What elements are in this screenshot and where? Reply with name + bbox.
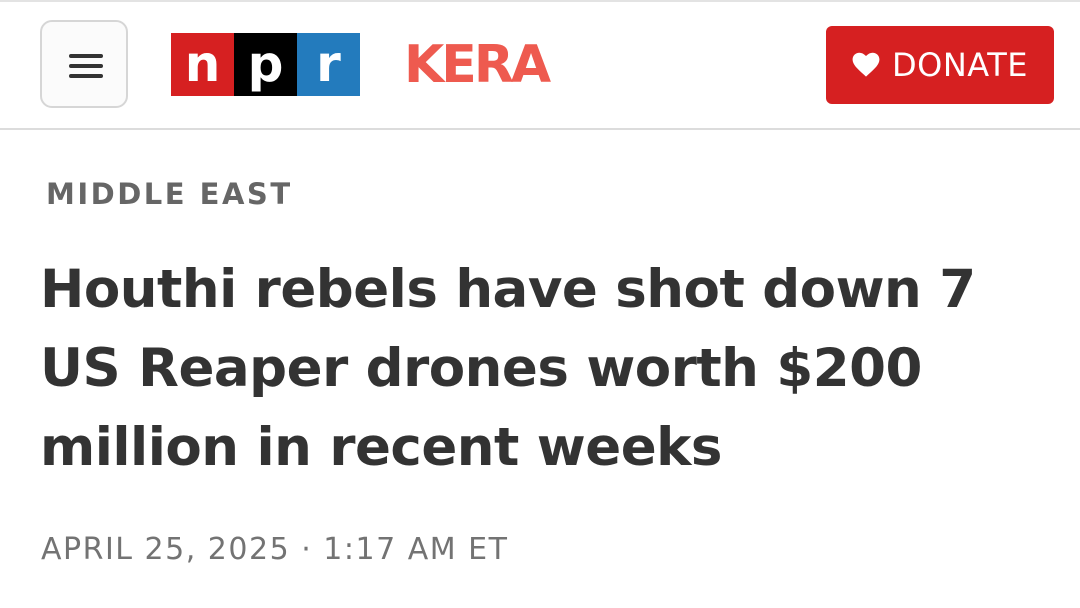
header-divider [0,128,1080,130]
npr-logo-p: p [234,33,297,96]
hamburger-menu-icon [69,54,103,58]
hamburger-menu-icon [69,74,103,78]
site-header: n p r KERA DONATE [0,2,1080,128]
section-label[interactable]: MIDDLE EAST [46,174,293,214]
npr-logo-n: n [171,33,234,96]
article-headline: Houthi rebels have shot down 7 US Reaper… [40,259,976,478]
donate-label: DONATE [892,46,1028,84]
npr-logo[interactable]: n p r [171,33,360,96]
heart-icon [852,52,880,77]
donate-button[interactable]: DONATE [826,26,1054,104]
dateline-separator: · [301,532,313,567]
article-date: APRIL 25, 2025 [41,532,291,567]
article-dateline: APRIL 25, 2025 · 1:17 AM ET [41,530,508,570]
station-logo[interactable]: KERA [404,35,551,95]
menu-button[interactable] [40,20,128,108]
article-time: 1:17 AM ET [323,532,509,567]
page: n p r KERA DONATE MIDDLE EAST Houthi reb… [0,0,1080,608]
npr-logo-r: r [297,33,360,96]
hamburger-menu-icon [69,64,103,68]
